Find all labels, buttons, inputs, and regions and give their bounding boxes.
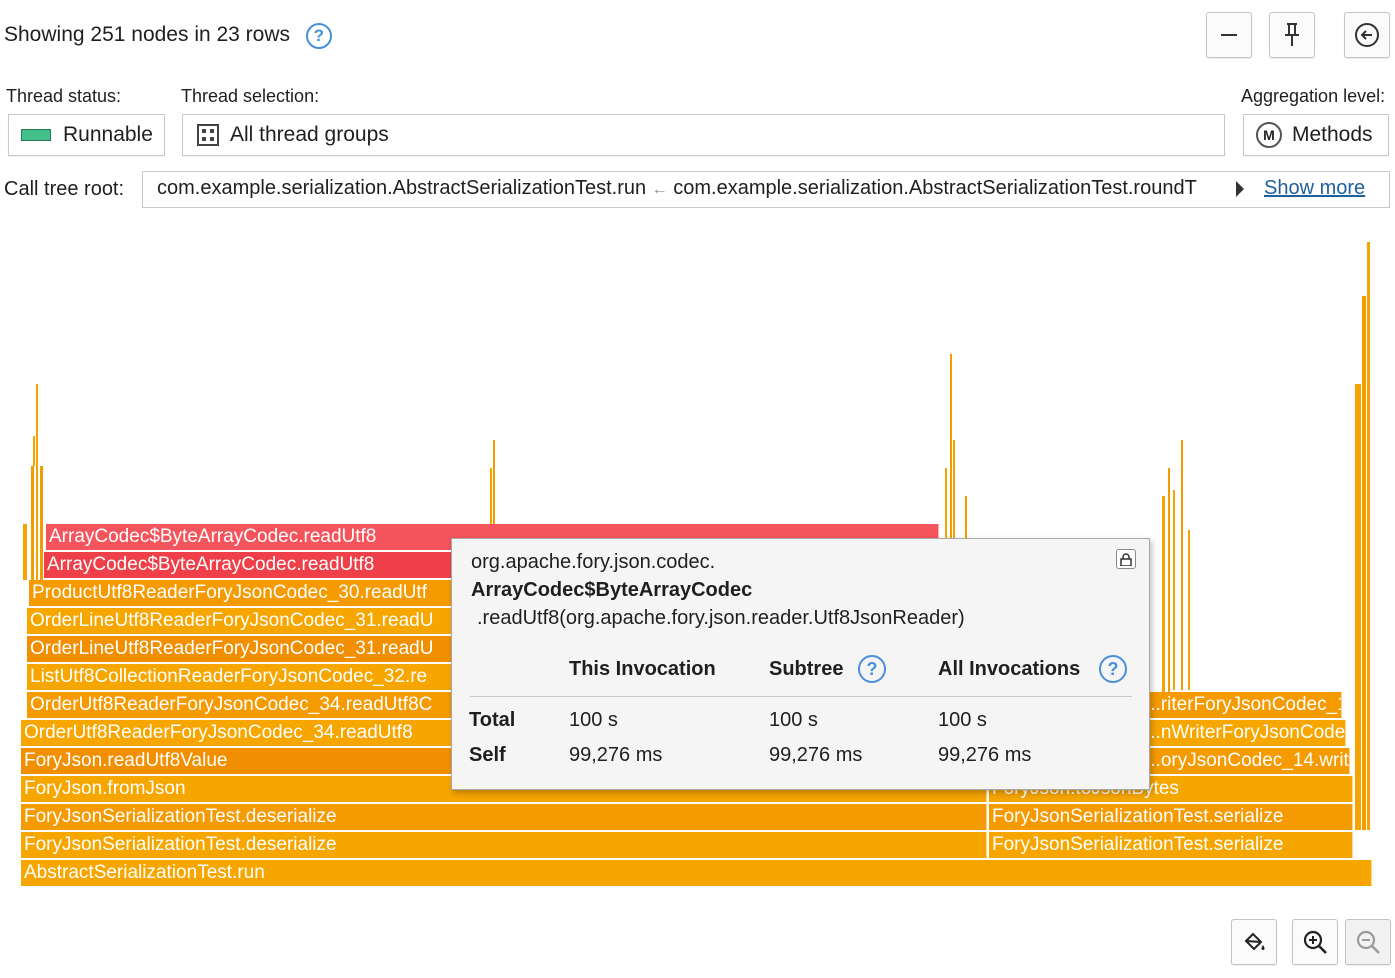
flame-sliver[interactable]	[1168, 468, 1170, 692]
root-first[interactable]: com.example.serialization.AbstractSerial…	[157, 177, 646, 199]
expand-triangle-icon[interactable]	[1236, 181, 1244, 197]
root-separator: ←	[651, 181, 668, 198]
flame-bar[interactable]: ForyJsonSerializationTest.serialize	[989, 804, 1353, 830]
flame-sliver[interactable]	[950, 354, 952, 538]
show-more-link[interactable]: Show more	[1264, 177, 1365, 200]
flame-bar[interactable]: ForyJsonSerializationTest.deserialize	[21, 832, 987, 858]
flame-bar[interactable]: ...nWriterForyJsonCode	[1142, 720, 1346, 746]
flame-sliver[interactable]	[1181, 440, 1183, 690]
thread-status-value: Runnable	[63, 123, 153, 146]
zoom-in-button[interactable]	[1292, 919, 1338, 965]
call-tree-root-field: com.example.serialization.AbstractSerial…	[142, 171, 1390, 208]
aggregation-label: Aggregation level:	[1241, 86, 1386, 106]
flame-sliver[interactable]	[23, 524, 27, 580]
runnable-swatch-icon	[21, 129, 51, 141]
invocation-tooltip: org.apache.fory.json.codec. ArrayCodec$B…	[451, 538, 1150, 790]
zoom-out-icon	[1356, 930, 1380, 954]
flame-sliver[interactable]	[33, 436, 35, 466]
tooltip-method: .readUtf8(org.apache.fory.json.reader.Ut…	[477, 607, 965, 629]
all-invocations-help-icon[interactable]: ?	[1099, 655, 1127, 683]
col-subtree: Subtree	[769, 658, 844, 680]
tooltip-package: org.apache.fory.json.codec.	[471, 551, 716, 573]
subtree-help-icon[interactable]: ?	[858, 655, 886, 683]
pin-button[interactable]	[1269, 12, 1315, 58]
zoom-out-button[interactable]	[1345, 919, 1391, 965]
thread-selection-value: All thread groups	[230, 123, 389, 146]
aggregation-value: Methods	[1292, 123, 1373, 146]
call-tree-root-label: Call tree root:	[4, 178, 125, 200]
methods-icon: M	[1256, 122, 1282, 148]
flame-sliver[interactable]	[945, 468, 947, 538]
lock-icon[interactable]	[1116, 549, 1136, 569]
status-text: Showing 251 nodes in 23 rows	[4, 23, 291, 46]
pin-icon	[1285, 23, 1299, 46]
paint-bucket-icon	[1244, 932, 1265, 951]
total-all: 100 s	[938, 709, 987, 731]
root-second[interactable]: com.example.serialization.AbstractSerial…	[673, 177, 1197, 199]
flame-sliver[interactable]	[1162, 496, 1165, 692]
flame-bar[interactable]: ...riterForyJsonCodec_1	[1142, 692, 1342, 718]
flame-sliver[interactable]	[40, 466, 43, 580]
zoom-in-icon	[1303, 930, 1327, 954]
flame-sliver[interactable]	[31, 466, 34, 580]
colorize-button[interactable]	[1231, 919, 1277, 965]
row-self-label: Self	[469, 744, 506, 766]
back-arrow-icon	[1355, 23, 1379, 47]
back-button[interactable]	[1344, 12, 1390, 58]
flame-sliver[interactable]	[953, 440, 955, 538]
thread-status-selector[interactable]: Runnable	[8, 114, 165, 156]
flame-bar[interactable]: ForyJsonSerializationTest.serialize	[989, 832, 1353, 858]
flame-sliver[interactable]	[36, 384, 38, 580]
thread-status-label: Thread status:	[6, 86, 122, 106]
call-tree-root-path: com.example.serialization.AbstractSerial…	[157, 177, 1231, 200]
self-this: 99,276 ms	[569, 744, 663, 766]
aggregation-selector[interactable]: M Methods	[1243, 114, 1389, 156]
flame-sliver[interactable]	[965, 496, 967, 538]
self-all: 99,276 ms	[938, 744, 1032, 766]
header-status: Showing 251 nodes in 23 rows ?	[4, 20, 332, 50]
tooltip-divider	[470, 696, 1132, 697]
thread-selection-label: Thread selection:	[181, 86, 320, 106]
flame-sliver[interactable]	[490, 468, 492, 524]
row-total-label: Total	[469, 709, 516, 731]
flame-bar[interactable]: AbstractSerializationTest.run	[21, 860, 1372, 886]
flame-bar[interactable]: ForyJsonSerializationTest.deserialize	[21, 804, 987, 830]
flame-sliver[interactable]	[1362, 296, 1366, 830]
flame-sliver[interactable]	[1188, 530, 1190, 690]
self-subtree: 99,276 ms	[769, 744, 863, 766]
thread-selection-selector[interactable]: All thread groups	[182, 114, 1225, 156]
minus-icon	[1221, 34, 1237, 36]
flame-sliver[interactable]	[1355, 384, 1361, 830]
thread-groups-icon	[197, 124, 219, 146]
tooltip-class: ArrayCodec$ByteArrayCodec	[471, 579, 753, 601]
flame-sliver[interactable]	[1367, 242, 1370, 830]
total-this: 100 s	[569, 709, 618, 731]
collapse-button[interactable]	[1206, 12, 1252, 58]
flame-sliver[interactable]	[493, 440, 495, 524]
total-subtree: 100 s	[769, 709, 818, 731]
help-icon[interactable]: ?	[305, 22, 332, 49]
col-this-invocation: This Invocation	[569, 658, 716, 680]
col-all-invocations: All Invocations	[938, 658, 1081, 680]
flame-sliver[interactable]	[1173, 490, 1175, 690]
flame-bar[interactable]: ...oryJsonCodec_14.writ	[1142, 748, 1350, 774]
